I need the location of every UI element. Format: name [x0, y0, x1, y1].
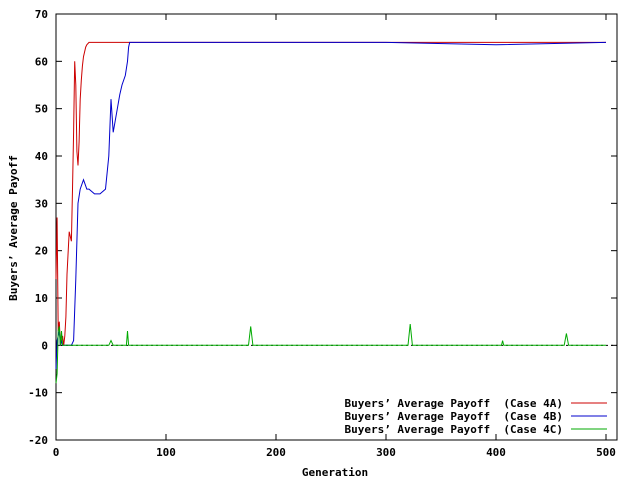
y-tick-label: 20 [35, 245, 48, 258]
y-tick-label: 70 [35, 8, 48, 21]
series-line-2 [55, 41, 607, 370]
y-tick-label: 10 [35, 292, 48, 305]
x-tick-label: 200 [266, 446, 286, 459]
line-chart: 0 100 200 300 400 500 -20 -10 0 10 20 30 40 50 60 70 Bu… [7, 8, 618, 479]
series-line-1 [55, 41, 606, 346]
legend-label: Buyers’ Average Payoff (Case 4B) [344, 410, 563, 423]
legend-label: Buyers’ Average Payoff (Case 4C) [344, 423, 563, 436]
x-tick-label: 0 [53, 446, 60, 459]
series-line-3 [55, 323, 606, 384]
x-tick-label: 500 [596, 446, 616, 459]
y-tick-label: -10 [28, 387, 48, 400]
legend: Buyers’ Average Payoff (Case 4A)Buyers’ … [344, 397, 607, 436]
y-tick-label: 30 [35, 197, 48, 210]
x-tick-label: 300 [376, 446, 396, 459]
y-tick-label: 40 [35, 150, 48, 163]
legend-label: Buyers’ Average Payoff (Case 4A) [344, 397, 563, 410]
x-tick-label: 400 [486, 446, 506, 459]
y-tick-label: -20 [28, 434, 48, 447]
y-tick-label: 50 [35, 103, 48, 116]
plot-frame [55, 13, 618, 441]
x-tick-label: 100 [156, 446, 176, 459]
y-tick-label: 0 [41, 339, 48, 352]
x-axis-label: Generation [302, 466, 368, 479]
series-group [55, 41, 607, 384]
y-axis-label: Buyers’ Average Payoff [7, 155, 20, 301]
y-tick-label: 60 [35, 55, 48, 68]
axis-ticks: 0 100 200 300 400 500 -20 -10 0 10 20 30 40 50 60 70 [28, 8, 617, 459]
